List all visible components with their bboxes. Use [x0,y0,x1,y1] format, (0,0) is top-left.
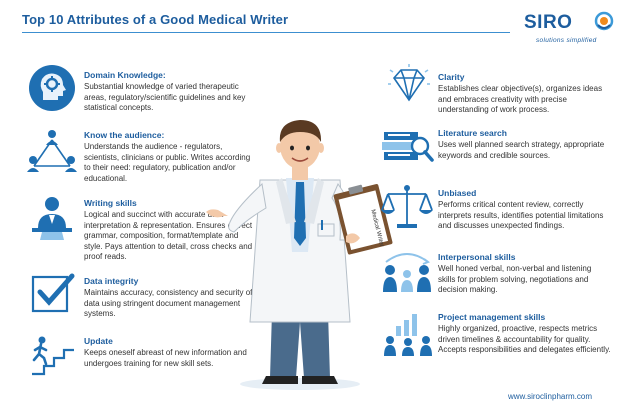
checkmark-icon [31,273,75,313]
attribute-clarity: Clarity Establishes clear objective(s), … [438,72,610,116]
stairs-climb-icon [32,336,74,376]
medical-writer-illustration: Medical Writer [206,120,393,390]
attribute-text: Performs critical content review, correc… [438,200,604,231]
team-chart-icon [384,314,432,356]
attribute-text: Establishes clear objective(s), organize… [438,84,603,115]
attribute-text: Uses well planned search strategy, appro… [438,140,605,160]
siro-logo: SIRO solutions simplified [524,10,614,54]
people-communication-icon [383,253,431,292]
attribute-project-management-skills: Project management skills Highly organiz… [438,312,612,356]
attribute-text: Substantial knowledge of varied therapeu… [84,82,246,113]
title-divider [22,32,510,33]
attribute-literature-search: Literature search Uses well planned sear… [438,128,610,161]
diamond-icon [388,64,430,102]
writer-icon [32,197,72,240]
balance-scale-icon [381,185,433,228]
books-search-icon [382,132,434,162]
logo-swirl-icon [594,11,614,31]
attribute-text: Highly organized, proactive, respects me… [438,324,611,355]
attribute-text: Well honed verbal, non-verbal and listen… [438,264,592,295]
attribute-title: Clarity [438,72,465,82]
audience-network-icon [27,130,77,172]
logo-tagline: solutions simplified [536,37,597,44]
attribute-title: Project management skills [438,312,546,322]
gear-head-icon [29,65,75,111]
website-link[interactable]: www.siroclinpharm.com [508,392,592,401]
logo-wordmark: SIRO [524,12,573,33]
attribute-title: Interpersonal skills [438,252,516,262]
attribute-unbiased: Unbiased Performs critical content revie… [438,188,610,232]
attribute-domain-knowledge: Domain Knowledge: Substantial knowledge … [84,70,252,114]
attribute-title: Unbiased [438,188,477,198]
page-title: Top 10 Attributes of a Good Medical Writ… [22,12,289,27]
attribute-interpersonal-skills: Interpersonal skills Well honed verbal, … [438,252,610,296]
attribute-title: Domain Knowledge: [84,70,166,80]
attribute-title: Literature search [438,128,507,138]
